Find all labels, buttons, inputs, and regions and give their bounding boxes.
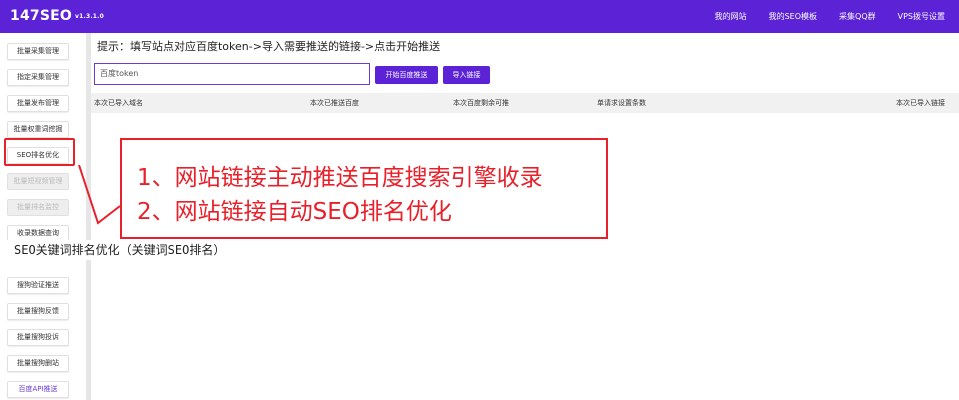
overlay-caption: SEO关键词排名优化（关键词SEO排名） [14, 243, 226, 257]
callout-line-2: 2、网站链接自动SEO排名优化 [137, 199, 452, 225]
annotation-callout-box: 1、网站链接主动推送百度搜索引擎收录 2、网站链接自动SEO排名优化 [120, 138, 608, 239]
callout-line-1: 1、网站链接主动推送百度搜索引擎收录 [137, 165, 543, 191]
